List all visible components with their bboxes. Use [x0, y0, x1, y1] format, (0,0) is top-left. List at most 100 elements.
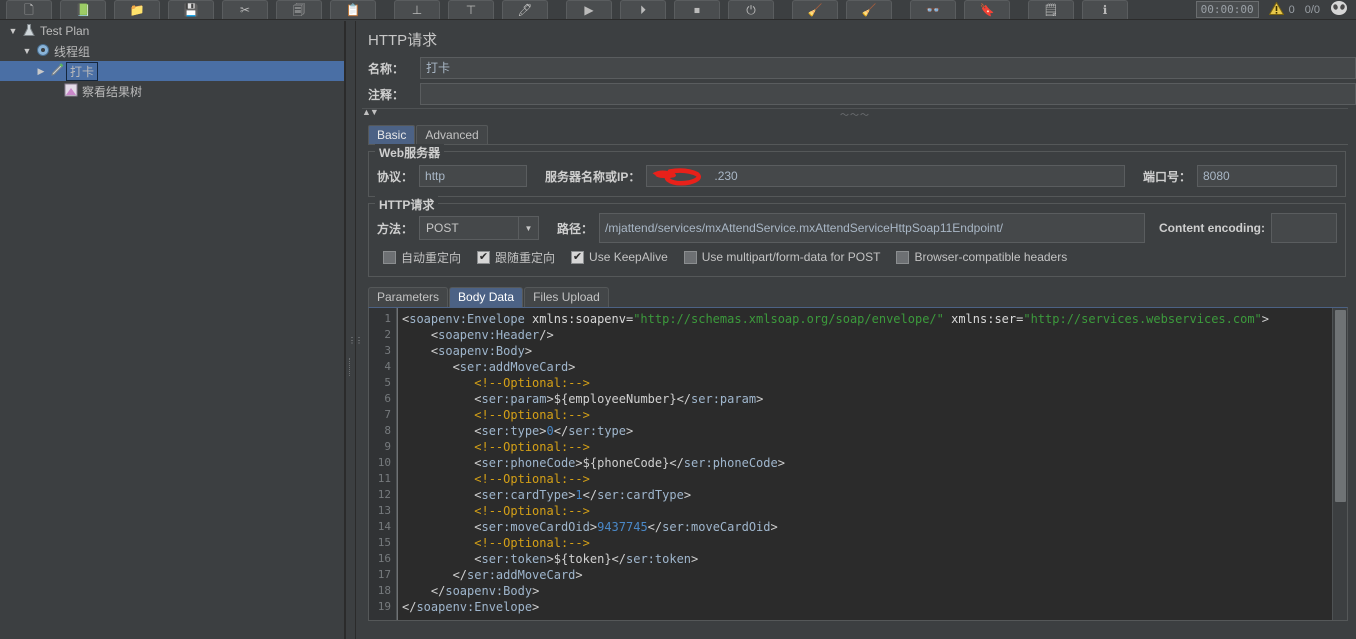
code-token-punc: <	[402, 552, 482, 566]
code-token-tag: ser:param	[481, 392, 547, 406]
toolbar-paste-button[interactable]: 📋	[330, 0, 376, 19]
checkbox-empty-icon[interactable]	[683, 250, 697, 264]
active-thread-count: 0/0	[1304, 3, 1320, 16]
toolbar-cut-button[interactable]: ✂	[222, 0, 268, 19]
subtab-body-data[interactable]: Body Data	[449, 287, 524, 307]
method-select[interactable]: POST ▼	[419, 216, 540, 240]
request-options-checkbox-row[interactable]: 自动重定向 ✔ 跟随重定向 ✔ Use KeepAlive Use multipart/f…	[377, 246, 1337, 268]
body-data-editor[interactable]: 1 2 3 4 5 6 7 8 9 10 11 12 13 14 15 16 17 18 19 <soapenv:E…	[368, 307, 1348, 621]
toolbar-clear-all-button[interactable]: 🧹	[846, 0, 892, 19]
collapse-divider[interactable]: ▲▼ 〜〜〜	[362, 107, 1348, 121]
code-token-com: <!--Optional:-->	[402, 376, 590, 390]
toolbar-save-button[interactable]: 💾	[168, 0, 214, 19]
tree-expand-icon[interactable]: ·	[48, 86, 62, 96]
flask-icon	[20, 23, 38, 40]
name-input[interactable]: 打卡	[420, 57, 1356, 79]
toolbar-start-no-pauses-button[interactable]: ⏵	[620, 0, 666, 19]
chevron-down-icon[interactable]: ▼	[518, 217, 539, 239]
editor-code-area[interactable]: <soapenv:Envelope xmlns:soapenv="http://…	[397, 308, 1347, 620]
code-token-tag: soapenv:Envelope	[416, 600, 533, 614]
tab-advanced[interactable]: Advanced	[416, 125, 488, 144]
alien-icon[interactable]	[1330, 0, 1348, 19]
toolbar-help-button[interactable]: ℹ	[1082, 0, 1128, 19]
toolbar-new-button[interactable]: 🗋	[6, 0, 52, 19]
tab-basic[interactable]: Basic	[368, 125, 416, 144]
protocol-input[interactable]: http	[419, 165, 528, 187]
warning-triangle-icon[interactable]	[1268, 1, 1284, 17]
code-token-var: ${token}	[553, 552, 612, 566]
checkbox-empty-icon[interactable]	[896, 250, 910, 264]
code-token-punc: </	[553, 424, 569, 438]
tree-node-label: 线程组	[54, 44, 91, 59]
tabstrip-underline	[368, 144, 1348, 145]
checkbox-auto-redirect[interactable]: 自动重定向	[383, 249, 461, 266]
toolbar-copy-button[interactable]: 🗐	[276, 0, 322, 19]
checkmark-icon[interactable]: ✔	[571, 250, 585, 264]
tree-node-test-plan[interactable]: ▼ Test Plan	[0, 21, 344, 41]
code-token-punc: >	[777, 456, 785, 470]
port-input[interactable]: 8080	[1197, 165, 1337, 187]
code-token-punc: </	[402, 600, 417, 614]
start-icon: ▶	[584, 3, 594, 17]
tree-expand-collapse-icon[interactable]: ▼	[20, 46, 34, 56]
copy-icon: 🗐	[293, 3, 305, 17]
body-subtabs[interactable]: Parameters Body Data Files Upload	[358, 285, 1356, 307]
tree-expand-icon[interactable]: ▶	[34, 66, 48, 77]
checkmark-icon[interactable]: ✔	[477, 250, 491, 264]
comment-input[interactable]	[420, 83, 1356, 105]
toolbar-status-area: 00:00:00 0 0/0	[1195, 0, 1356, 19]
editor-left-handle-icon[interactable]: ⋮⋮	[348, 336, 363, 356]
test-plan-tree[interactable]: ▼ Test Plan ▼ 线程组 ▶ 打卡 · 察看结果树	[0, 21, 345, 639]
collapse-arrows-icon[interactable]: ▲▼	[362, 107, 379, 117]
toolbar-start-button[interactable]: ▶	[566, 0, 612, 19]
toolbar-clear-button[interactable]: 🧹	[792, 0, 838, 19]
code-line: <ser:addMoveCard>	[402, 359, 1347, 375]
code-token-num: 0	[546, 424, 554, 438]
line-number: 9	[384, 440, 391, 453]
protocol-label: 协议：	[377, 169, 414, 184]
checkbox-use-multipart[interactable]: Use multipart/form-data for POST	[683, 250, 881, 264]
subtab-parameters[interactable]: Parameters	[368, 287, 449, 307]
toolbar-shutdown-button[interactable]: ⏻	[728, 0, 774, 19]
http-request-group: HTTP请求 方法： POST ▼ 路径： /mjattend/services…	[368, 196, 1346, 277]
code-token-punc: >	[589, 520, 598, 534]
basic-advanced-tabstrip[interactable]: Basic Advanced	[358, 123, 1356, 144]
toolbar-expand-all-button[interactable]: ⊥	[394, 0, 440, 19]
checkbox-empty-icon[interactable]	[383, 250, 396, 264]
subtab-files-upload[interactable]: Files Upload	[524, 287, 609, 307]
editor-vertical-scrollbar[interactable]	[1332, 308, 1347, 620]
tree-node-http-sampler[interactable]: ▶ 打卡	[0, 61, 344, 81]
tree-expand-collapse-icon[interactable]: ▼	[6, 26, 20, 36]
code-token-com: <!--Optional:-->	[402, 408, 590, 422]
templates-icon: 📗	[75, 3, 91, 17]
toolbar-toggle-button[interactable]: 🖊	[502, 0, 548, 19]
code-token-attr: xmlns:ser=	[943, 312, 1024, 326]
code-line: <ser:phoneCode>${phoneCode}</ser:phoneCo…	[402, 455, 1347, 471]
toggle-icon: 🖊	[517, 3, 533, 17]
toolbar-templates-button[interactable]: 📗	[60, 0, 106, 19]
checkbox-label: Use multipart/form-data for POST	[701, 250, 881, 264]
tree-node-thread-group[interactable]: ▼ 线程组	[0, 41, 344, 61]
checkbox-follow-redirects[interactable]: ✔ 跟随重定向	[477, 249, 555, 266]
server-input[interactable]: .230	[646, 165, 1125, 187]
code-token-punc: >	[770, 520, 778, 534]
vertical-splitter[interactable]	[345, 21, 356, 639]
start-no-pauses-icon: ⏵	[639, 3, 646, 17]
editor-vertical-scroll-thumb[interactable]	[1335, 310, 1346, 502]
code-token-tag: ser:cardType	[481, 488, 569, 502]
name-field-row: 名称： 打卡	[358, 56, 1356, 80]
code-token-tag: ser:cardType	[597, 488, 684, 502]
path-input[interactable]: /mjattend/services/mxAttendService.mxAtt…	[599, 213, 1146, 243]
code-token-punc: <	[402, 520, 482, 534]
toolbar-stop-button[interactable]: ⏹	[674, 0, 720, 19]
checkbox-use-keepalive[interactable]: ✔ Use KeepAlive	[571, 250, 668, 264]
toolbar-function-helper-button[interactable]: 🗒	[1028, 0, 1074, 19]
toolbar-search-button[interactable]: 👓	[910, 0, 956, 19]
toolbar-open-button[interactable]: 📁	[114, 0, 160, 19]
toolbar-collapse-all-button[interactable]: ⊤	[448, 0, 494, 19]
tree-node-view-results-tree[interactable]: · 察看结果树	[0, 81, 344, 101]
checkbox-browser-compatible-headers[interactable]: Browser-compatible headers	[896, 250, 1067, 264]
checkbox-label: Browser-compatible headers	[914, 250, 1068, 264]
toolbar-reset-search-button[interactable]: 🔖	[964, 0, 1010, 19]
content-encoding-input[interactable]	[1271, 213, 1337, 243]
